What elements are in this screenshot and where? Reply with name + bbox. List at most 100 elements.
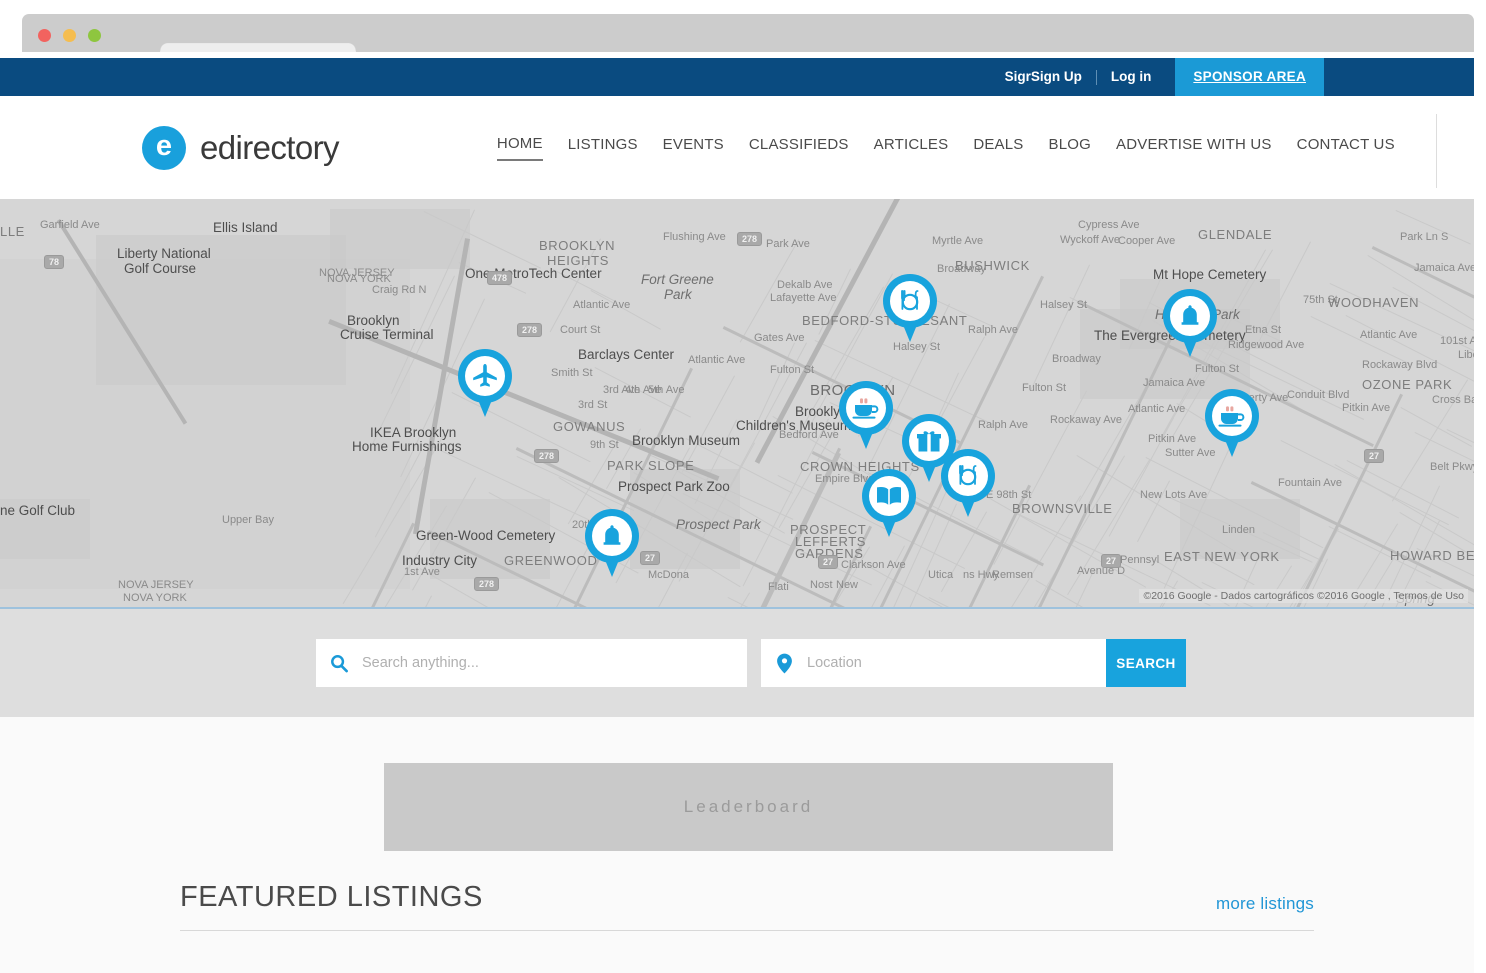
map-pin-hotel-highland[interactable]	[1163, 289, 1217, 359]
map-label: Fountain Ave	[1278, 477, 1342, 489]
map-label: Gates Ave	[754, 332, 805, 344]
map-label: NOVA YORK	[123, 592, 187, 604]
location-field-group[interactable]	[761, 639, 1106, 687]
main-navigation: HOME LISTINGS EVENTS CLASSIFIEDS ARTICLE…	[497, 135, 1395, 161]
map-pin-airport[interactable]	[458, 349, 512, 419]
map-label: Park Ln S	[1400, 231, 1448, 243]
map-label: 101st Ave	[1440, 335, 1474, 347]
map-label: Court St	[560, 324, 600, 336]
edirectory-e-icon: e	[142, 126, 186, 170]
map-street	[929, 597, 995, 609]
leaderboard-ad-slot: Leaderboard	[384, 763, 1113, 851]
search-band: SEARCH	[0, 609, 1474, 717]
search-button[interactable]: SEARCH	[1106, 639, 1186, 687]
map-label: Craig Rd N	[372, 284, 426, 296]
highway-shield-icon: 278	[534, 449, 559, 463]
map-hero[interactable]: Ellis IslandLiberty NationalGolf CourseL…	[0, 199, 1474, 609]
map-label: Brooklyn	[347, 313, 400, 328]
nav-item-deals[interactable]: DEALS	[973, 136, 1023, 160]
map-label: Cross Bay Blvd	[1432, 394, 1474, 406]
minimize-window-icon[interactable]	[63, 29, 76, 42]
map-canvas[interactable]: Ellis IslandLiberty NationalGolf CourseL…	[0, 199, 1474, 607]
location-input[interactable]	[807, 639, 1106, 687]
map-label: Fulton St	[770, 364, 814, 376]
highway-shield-icon: 27	[1364, 449, 1384, 463]
nav-item-blog[interactable]: BLOG	[1049, 136, 1091, 160]
log-in-link[interactable]: Log in	[1097, 58, 1166, 96]
map-label: 5th Ave	[648, 384, 685, 396]
map-label: ns Hwy	[963, 569, 999, 581]
window-controls[interactable]	[38, 29, 101, 42]
bell-building-icon	[592, 516, 632, 556]
map-label: Pitkin Ave	[1148, 433, 1196, 445]
map-pin-cafe-2[interactable]	[1205, 389, 1259, 459]
site-header: e edirectory HOME LISTINGS EVENTS CLASSI…	[0, 96, 1474, 199]
map-label: Upper Bay	[222, 514, 274, 526]
logo-wordmark: edirectory	[200, 129, 339, 167]
nav-item-classifieds[interactable]: CLASSIFIEDS	[749, 136, 849, 160]
utility-topbar: SigrSign Up Log in SPONSOR AREA	[0, 58, 1474, 96]
map-label: Lafayette Ave	[770, 292, 836, 304]
highway-shield-icon: 278	[737, 232, 762, 246]
map-pin-restaurant-2[interactable]	[941, 449, 995, 519]
sign-up-link[interactable]: SigrSign Up	[991, 58, 1096, 96]
map-label: Myrtle Ave	[932, 235, 983, 247]
map-label: McDona	[648, 569, 689, 581]
map-label: Rockaway Blvd	[1362, 359, 1437, 371]
restaurant-icon	[948, 456, 988, 496]
topbar-links: SigrSign Up Log in	[991, 58, 1166, 96]
search-field-group[interactable]	[316, 639, 747, 687]
coffee-cup-icon	[1212, 396, 1252, 436]
more-listings-link[interactable]: more listings	[1216, 894, 1314, 914]
map-label: One MetroTech Center	[465, 266, 602, 281]
highway-shield-icon: 27	[818, 555, 838, 569]
map-label: Barclays Center	[578, 347, 674, 362]
map-label: Atlantic Ave	[573, 299, 630, 311]
nav-item-events[interactable]: EVENTS	[663, 136, 724, 160]
page-viewport: SigrSign Up Log in SPONSOR AREA e edirec…	[0, 58, 1474, 973]
map-label: Smith St	[551, 367, 593, 379]
location-pin-icon	[761, 653, 807, 674]
map-label: Fulton St	[1022, 382, 1066, 394]
map-label: Cooper Ave	[1118, 235, 1175, 247]
map-label: Prospect Park Zoo	[618, 479, 730, 494]
map-label: GOWANUS	[553, 419, 625, 434]
nav-item-advertise-with-us[interactable]: ADVERTISE WITH US	[1116, 136, 1272, 160]
site-logo[interactable]: e edirectory	[142, 126, 339, 170]
map-pin-restaurant[interactable]	[883, 274, 937, 344]
map-label: Park Ave	[766, 238, 810, 250]
search-input[interactable]	[362, 639, 747, 687]
map-label: Halsey St	[1040, 299, 1087, 311]
map-label: ne Golf Club	[0, 503, 75, 518]
search-row: SEARCH	[316, 639, 1186, 687]
map-label: Broadway	[937, 263, 986, 275]
maximize-window-icon[interactable]	[88, 29, 101, 42]
restaurant-icon	[890, 281, 930, 321]
bell-building-icon	[1170, 296, 1210, 336]
map-label: Liberty National	[117, 246, 211, 261]
map-label: EAST NEW YORK	[1164, 549, 1280, 564]
featured-listings-header: FEATURED LISTINGS more listings	[180, 881, 1314, 931]
close-window-icon[interactable]	[38, 29, 51, 42]
nav-item-contact-us[interactable]: CONTACT US	[1297, 136, 1395, 160]
map-label: Nost	[810, 579, 833, 591]
map-pin-cafe[interactable]	[839, 381, 893, 451]
map-pin-library[interactable]	[862, 469, 916, 539]
map-label: NOVA JERSEY	[118, 579, 194, 591]
sponsor-area-button[interactable]: SPONSOR AREA	[1175, 58, 1324, 96]
map-label: Atlantic Ave	[1360, 329, 1417, 341]
nav-item-home[interactable]: HOME	[497, 135, 543, 161]
map-label: Pennsyl	[1120, 554, 1159, 566]
map-label: Flati	[768, 581, 789, 593]
nav-item-listings[interactable]: LISTINGS	[568, 136, 638, 160]
map-label: LLE	[0, 224, 25, 239]
map-label: Linden	[1222, 524, 1255, 536]
nav-item-articles[interactable]: ARTICLES	[874, 136, 949, 160]
map-label: Brooklyn Museum	[632, 433, 740, 448]
map-label: IKEA Brooklyn	[370, 425, 456, 440]
map-pin-hotel-greenwood[interactable]	[585, 509, 639, 579]
map-label: PARK SLOPE	[607, 458, 694, 473]
map-label: GREENWOOD	[504, 553, 598, 568]
map-label: Rockaway Ave	[1050, 414, 1122, 426]
map-label: New	[836, 579, 858, 591]
